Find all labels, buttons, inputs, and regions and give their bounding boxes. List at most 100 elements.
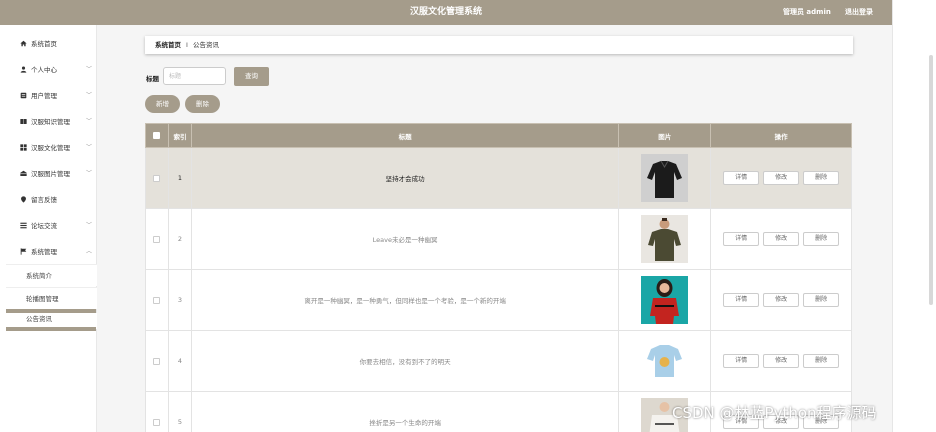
data-table: 索引 标题 图片 操作 1 坚持才会成功 详情 修改 删除 2 Leave未必是… — [145, 123, 852, 432]
user-manage-icon — [20, 92, 27, 99]
row-image-cell — [618, 208, 712, 270]
row-actions: 详情 修改 删除 — [710, 269, 852, 331]
batch-delete-button[interactable]: 删除 — [185, 95, 220, 113]
sidebar-item-label: 留言反馈 — [31, 196, 57, 204]
sidebar-item-hanfu-image[interactable]: 汉服图片管理 ﹀ — [6, 163, 97, 185]
detail-button[interactable]: 详情 — [723, 171, 760, 185]
table-row[interactable]: 2 Leave未必是一种幽冥 详情 修改 删除 — [145, 208, 852, 270]
row-actions: 详情 修改 删除 — [710, 208, 852, 270]
row-title: Leave未必是一种幽冥 — [190, 208, 620, 270]
breadcrumb-current: 公告资讯 — [193, 41, 219, 49]
delete-button[interactable]: 删除 — [803, 232, 840, 246]
row-checkbox[interactable] — [153, 235, 161, 243]
sidebar-item-system-manage[interactable]: 系统管理 ︿ — [6, 241, 97, 263]
breadcrumb: 系统首页 I 公告资讯 — [145, 36, 853, 54]
row-index: 3 — [167, 269, 192, 331]
chevron-up-icon: ︿ — [86, 248, 93, 255]
main-content: 系统首页 I 公告资讯 标题 查询 新增 删除 索引 标题 图片 操作 1 坚持… — [97, 25, 933, 432]
watermark-text: CSDN @林蓝Python程序源码 — [672, 404, 877, 422]
row-checkbox[interactable] — [153, 418, 161, 426]
sidebar-subitem-label: 系统简介 — [26, 272, 52, 280]
delete-button[interactable]: 删除 — [803, 171, 840, 185]
row-title: 挫折是另一个生命的开端 — [190, 391, 620, 432]
chevron-down-icon: ﹀ — [86, 170, 93, 177]
red-dress-image — [641, 276, 689, 324]
delete-button[interactable]: 删除 — [803, 293, 840, 307]
breadcrumb-home[interactable]: 系统首页 — [155, 36, 181, 54]
select-all-cell — [145, 123, 169, 148]
sidebar-subitem-system-intro[interactable]: 系统简介 — [6, 264, 97, 286]
sidebar-item-user-manage[interactable]: 用户管理 ﹀ — [6, 85, 97, 107]
chevron-down-icon: ﹀ — [86, 92, 93, 99]
content-scrollbar[interactable] — [929, 55, 933, 305]
detail-button[interactable]: 详情 — [723, 354, 760, 368]
table-row[interactable]: 4 你要去相信，没有到不了的明天 详情 修改 删除 — [145, 330, 852, 392]
sidebar-item-forum[interactable]: 论坛交流 ﹀ — [6, 215, 97, 237]
delete-button[interactable]: 删除 — [803, 354, 840, 368]
chevron-down-icon: ﹀ — [86, 118, 93, 125]
sidebar-item-feedback[interactable]: 留言反馈 — [6, 189, 97, 211]
column-header-title: 标题 — [190, 123, 620, 148]
page-scrollbar-track — [892, 0, 893, 432]
sidebar-item-personal-center[interactable]: 个人中心 ﹀ — [6, 59, 97, 81]
column-header-actions: 操作 — [710, 123, 852, 148]
column-header-image: 图片 — [618, 123, 712, 148]
olive-shirt-image — [641, 215, 689, 263]
sidebar-item-label: 汉服文化管理 — [31, 144, 70, 152]
sidebar-item-label: 系统首页 — [31, 40, 57, 48]
detail-button[interactable]: 详情 — [723, 232, 760, 246]
sidebar-subitem-label: 公告资讯 — [26, 315, 52, 323]
row-checkbox[interactable] — [153, 174, 161, 182]
select-all-checkbox[interactable] — [153, 132, 161, 139]
row-actions: 详情 修改 删除 — [710, 330, 852, 392]
sidebar-item-hanfu-culture[interactable]: 汉服文化管理 ﹀ — [6, 137, 97, 159]
row-image-cell — [618, 269, 712, 331]
table-row[interactable]: 1 坚持才会成功 详情 修改 删除 — [145, 147, 852, 209]
kids-tee-image — [641, 337, 689, 385]
search-input[interactable] — [163, 67, 226, 85]
edit-button[interactable]: 修改 — [763, 232, 800, 246]
row-index: 1 — [167, 147, 192, 209]
detail-button[interactable]: 详情 — [723, 293, 760, 307]
home-icon — [20, 40, 27, 47]
sidebar-item-home[interactable]: 系统首页 — [6, 33, 97, 55]
sidebar-item-label: 汉服知识管理 — [31, 118, 70, 126]
image-icon — [20, 170, 27, 176]
row-title: 坚持才会成功 — [190, 147, 620, 209]
edit-button[interactable]: 修改 — [763, 171, 800, 185]
column-header-index: 索引 — [167, 123, 192, 148]
row-actions: 详情 修改 删除 — [710, 147, 852, 209]
edit-button[interactable]: 修改 — [763, 293, 800, 307]
row-title: 离开是一种幽冥，是一种勇气，但同样也是一个考验，是一个新的开端 — [190, 269, 620, 331]
sidebar-subitem-label: 轮播图管理 — [26, 295, 59, 303]
logout-link[interactable]: 退出登录 — [845, 0, 873, 25]
table-header-row: 索引 标题 图片 操作 — [145, 123, 852, 148]
sidebar-item-label: 个人中心 — [31, 66, 57, 74]
row-index: 2 — [167, 208, 192, 270]
sidebar-item-label: 用户管理 — [31, 92, 57, 100]
table-row[interactable]: 3 离开是一种幽冥，是一种勇气，但同样也是一个考验，是一个新的开端 详情 修改 删除 — [145, 269, 852, 331]
top-bar: 汉服文化管理系统 管理员 admin 退出登录 — [0, 0, 892, 25]
row-index: 5 — [167, 391, 192, 432]
sidebar-item-hanfu-knowledge[interactable]: 汉服知识管理 ﹀ — [6, 111, 97, 133]
sidebar: 系统首页 个人中心 ﹀ 用户管理 ﹀ 汉服知识管理 ﹀ 汉服文化管理 ﹀ 汉服图… — [6, 25, 97, 432]
sidebar-item-label: 系统管理 — [31, 248, 57, 256]
user-icon — [20, 66, 27, 73]
search-button[interactable]: 查询 — [234, 67, 269, 86]
row-checkbox[interactable] — [153, 357, 161, 365]
row-checkbox-cell — [145, 391, 169, 432]
row-checkbox-cell — [145, 269, 169, 331]
sidebar-item-label: 汉服图片管理 — [31, 170, 70, 178]
sidebar-subitem-carousel[interactable]: 轮播图管理 — [6, 287, 97, 309]
row-checkbox[interactable] — [153, 296, 161, 304]
list-icon — [20, 222, 27, 229]
chevron-down-icon: ﹀ — [86, 222, 93, 229]
chevron-down-icon: ﹀ — [86, 144, 93, 151]
row-checkbox-cell — [145, 147, 169, 209]
row-image-cell — [618, 330, 712, 392]
add-button[interactable]: 新增 — [145, 95, 180, 113]
flag-icon — [20, 248, 27, 255]
active-indicator-bottom — [6, 327, 96, 331]
row-checkbox-cell — [145, 330, 169, 392]
edit-button[interactable]: 修改 — [763, 354, 800, 368]
